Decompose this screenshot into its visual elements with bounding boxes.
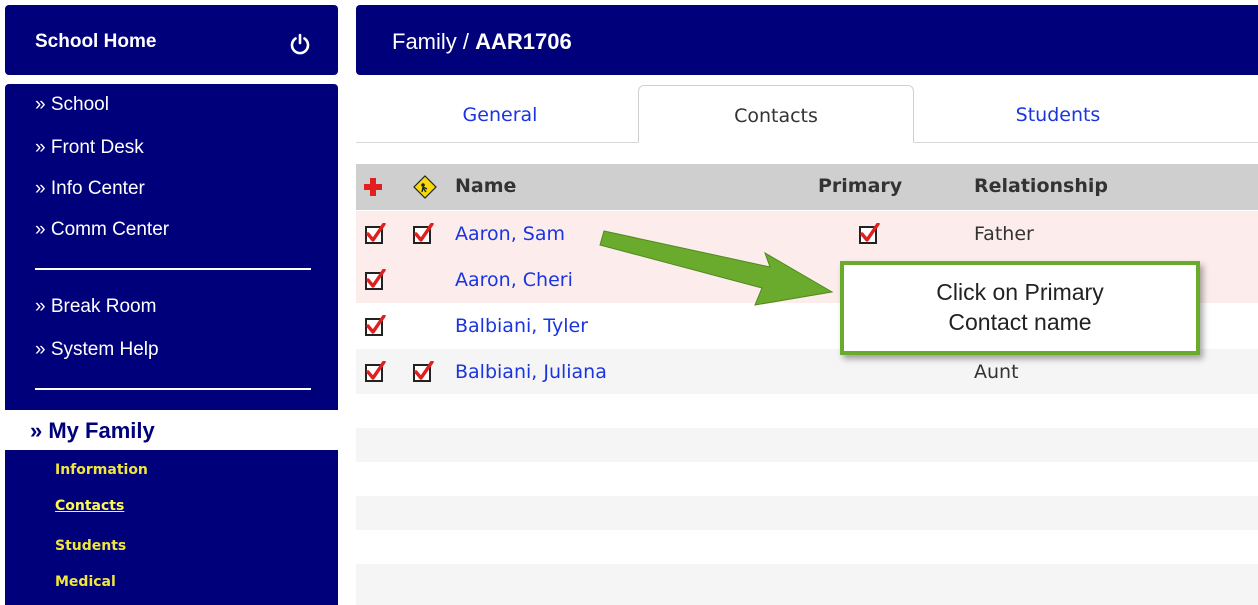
sidebar-item-break-room[interactable]: » Break Room [35, 296, 156, 318]
sidebar-item-school[interactable]: » School [35, 94, 109, 116]
empty-row [356, 530, 1258, 564]
pickup-check-icon [412, 360, 434, 383]
empty-row [356, 462, 1258, 496]
relationship-cell: Father [974, 223, 1034, 245]
column-header-name[interactable]: Name [455, 175, 516, 197]
pickup-warning-icon [413, 175, 437, 199]
tab-general[interactable]: General [400, 85, 600, 143]
callout-line-2: Contact name [948, 309, 1092, 335]
sidebar-sub-students[interactable]: Students [55, 538, 126, 554]
column-header-relationship[interactable]: Relationship [974, 175, 1108, 197]
emergency-check-icon [364, 314, 386, 337]
table-row: Balbiani, Juliana Aunt [356, 349, 1258, 395]
empty-row [356, 394, 1258, 428]
my-family-label[interactable]: » My Family [30, 418, 155, 444]
contact-name-link[interactable]: Aaron, Cheri [455, 269, 573, 291]
sidebar-item-comm-center[interactable]: » Comm Center [35, 219, 169, 241]
relationship-cell: Aunt [974, 361, 1019, 383]
sidebar-item-system-help[interactable]: » System Help [35, 339, 159, 361]
emergency-plus-icon [364, 178, 382, 196]
pickup-check-icon [412, 222, 434, 245]
empty-row [356, 564, 1258, 605]
sidebar-sub-information[interactable]: Information [55, 462, 148, 478]
tab-students[interactable]: Students [958, 85, 1158, 143]
sidebar-divider [35, 388, 311, 390]
school-home-title[interactable]: School Home [35, 31, 156, 53]
tab-contacts[interactable]: Contacts [638, 85, 914, 143]
sidebar-divider [35, 268, 311, 270]
emergency-check-icon [364, 360, 386, 383]
empty-row [356, 496, 1258, 530]
sidebar-item-front-desk[interactable]: » Front Desk [35, 137, 144, 159]
family-id: AAR1706 [475, 29, 572, 54]
sidebar-section-my-family[interactable]: » My Family [5, 410, 338, 450]
sidebar-menu: » School » Front Desk » Info Center » Co… [5, 84, 338, 605]
sidebar-sub-medical[interactable]: Medical [55, 574, 116, 590]
contacts-table-header: Name Primary Relationship [356, 164, 1258, 210]
emergency-check-icon [364, 222, 386, 245]
empty-row [356, 428, 1258, 462]
sidebar-item-info-center[interactable]: » Info Center [35, 178, 145, 200]
contact-name-link[interactable]: Balbiani, Juliana [455, 361, 607, 383]
contact-name-link[interactable]: Balbiani, Tyler [455, 315, 588, 337]
emergency-check-icon [364, 268, 386, 291]
sidebar-sub-contacts[interactable]: Contacts [55, 498, 124, 514]
annotation-callout: Click on Primary Contact name [840, 261, 1200, 355]
school-home-bar[interactable]: School Home [5, 5, 338, 75]
power-icon[interactable] [289, 33, 311, 55]
contact-name-link[interactable]: Aaron, Sam [455, 223, 565, 245]
breadcrumb-prefix: Family / [392, 29, 469, 54]
annotation-arrow [599, 230, 834, 306]
page-header: Family / AAR1706 [356, 5, 1258, 75]
breadcrumb: Family / AAR1706 [392, 29, 572, 55]
primary-check-icon [858, 222, 880, 245]
column-header-primary[interactable]: Primary [818, 175, 902, 197]
callout-line-1: Click on Primary [936, 279, 1104, 305]
